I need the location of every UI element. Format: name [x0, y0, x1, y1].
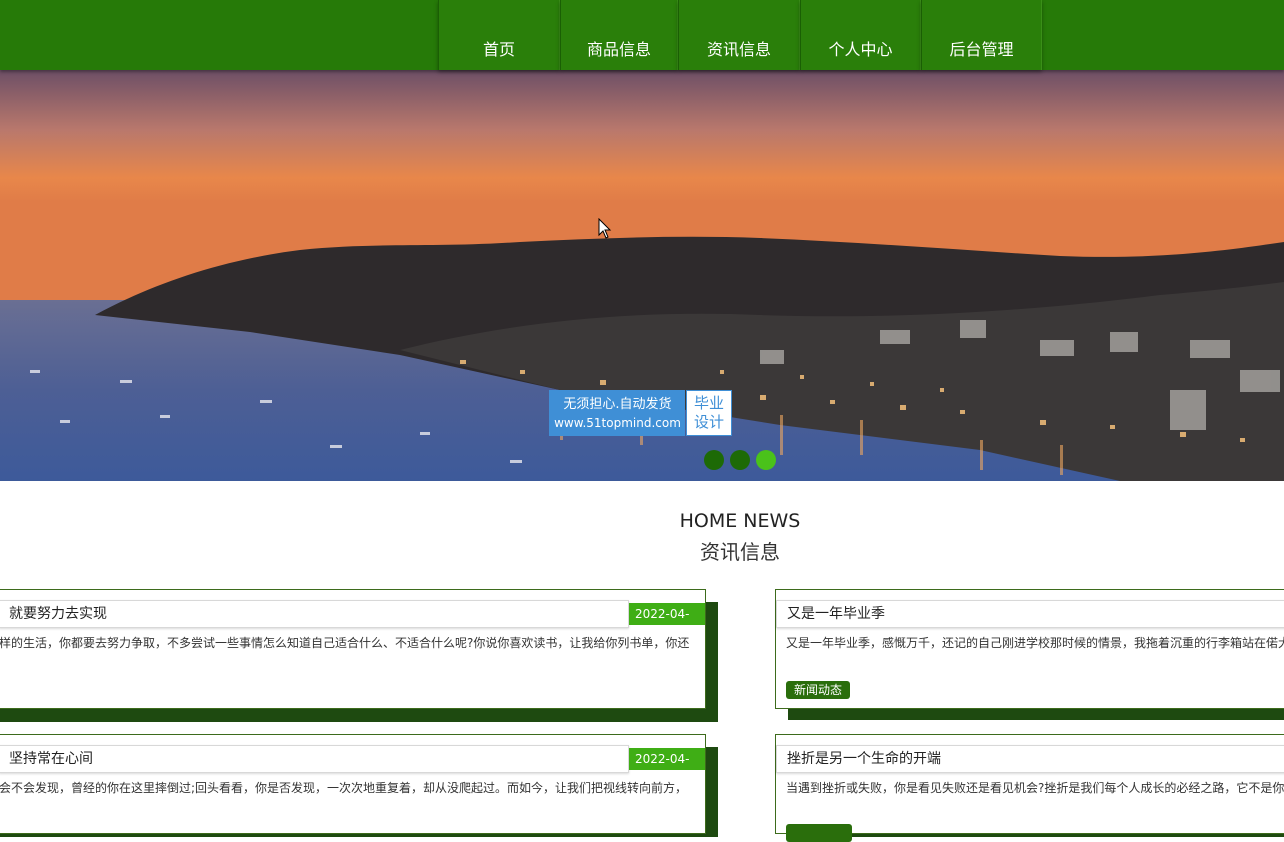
- carousel-dot-2[interactable]: [730, 450, 750, 470]
- nav-news[interactable]: 资讯信息: [678, 0, 800, 70]
- carousel-dot-3[interactable]: [756, 450, 776, 470]
- news-card-2[interactable]: 又是一年毕业季 又是一年毕业季，感慨万千，还记的自己刚进学校那时候的情景，我拖着…: [775, 589, 1284, 709]
- nav-products[interactable]: 商品信息: [560, 0, 678, 70]
- news-card-title[interactable]: 坚持常在心间: [0, 745, 629, 773]
- section-heading-cn: 资讯信息: [700, 540, 780, 564]
- main-nav: 首页 商品信息 资讯信息 个人中心 后台管理: [438, 0, 1042, 70]
- watermark-line1: 无须担心.自动发货: [563, 397, 672, 412]
- carousel-dot-1[interactable]: [704, 450, 724, 470]
- banner-carousel[interactable]: 无须担心.自动发货 www.51topmind.com 毕业设计: [0, 70, 1284, 481]
- news-card-desc: 样的生活，你都要去努力争取，不多尝试一些事情怎么知道自己适合什么、不适合什么呢?…: [0, 636, 690, 650]
- news-card-title[interactable]: 挫折是另一个生命的开端: [776, 745, 1284, 773]
- news-card-title[interactable]: 又是一年毕业季: [776, 600, 1284, 628]
- news-card-tag[interactable]: 新闻动态: [786, 681, 851, 699]
- news-card-tag[interactable]: [786, 824, 852, 842]
- nav-admin[interactable]: 后台管理: [921, 0, 1042, 70]
- news-card-desc: 会不会发现，曾经的你在这里摔倒过;回头看看，你是否发现，一次次地重复着，却从没爬…: [0, 781, 688, 795]
- nav-user-center[interactable]: 个人中心: [800, 0, 921, 70]
- section-heading-en: HOME NEWS: [679, 510, 801, 532]
- news-card-desc: 当遇到挫折或失败，你是看见失败还是看见机会?挫折是我们每个人成长的必经之路，它不…: [786, 781, 1284, 795]
- news-card-desc: 又是一年毕业季，感慨万千，还记的自己刚进学校那时候的情景，我拖着沉重的行李箱站在…: [786, 636, 1284, 650]
- watermark-side: 毕业设计: [686, 390, 732, 436]
- watermark-badge: 无须担心.自动发货 www.51topmind.com 毕业设计: [549, 390, 732, 436]
- news-card-3[interactable]: 坚持常在心间 2022-04-01 会不会发现，曾经的你在这里摔倒过;回头看看，…: [0, 734, 706, 834]
- top-nav-bar: 首页 商品信息 资讯信息 个人中心 后台管理: [0, 0, 1284, 70]
- watermark-text: 无须担心.自动发货 www.51topmind.com: [549, 390, 685, 436]
- mouse-cursor-icon: [598, 218, 612, 239]
- carousel-dots: [704, 450, 776, 470]
- news-card-date: 2022-04-01: [629, 748, 705, 788]
- news-card-title[interactable]: 就要努力去实现: [0, 600, 629, 628]
- nav-home[interactable]: 首页: [438, 0, 560, 70]
- news-card-1[interactable]: 就要努力去实现 2022-04-01 样的生活，你都要去努力争取，不多尝试一些事…: [0, 589, 706, 709]
- watermark-url: www.51topmind.com: [554, 416, 681, 430]
- news-card-date: 2022-04-01: [629, 603, 705, 643]
- news-card-4[interactable]: 挫折是另一个生命的开端 当遇到挫折或失败，你是看见失败还是看见机会?挫折是我们每…: [775, 734, 1284, 842]
